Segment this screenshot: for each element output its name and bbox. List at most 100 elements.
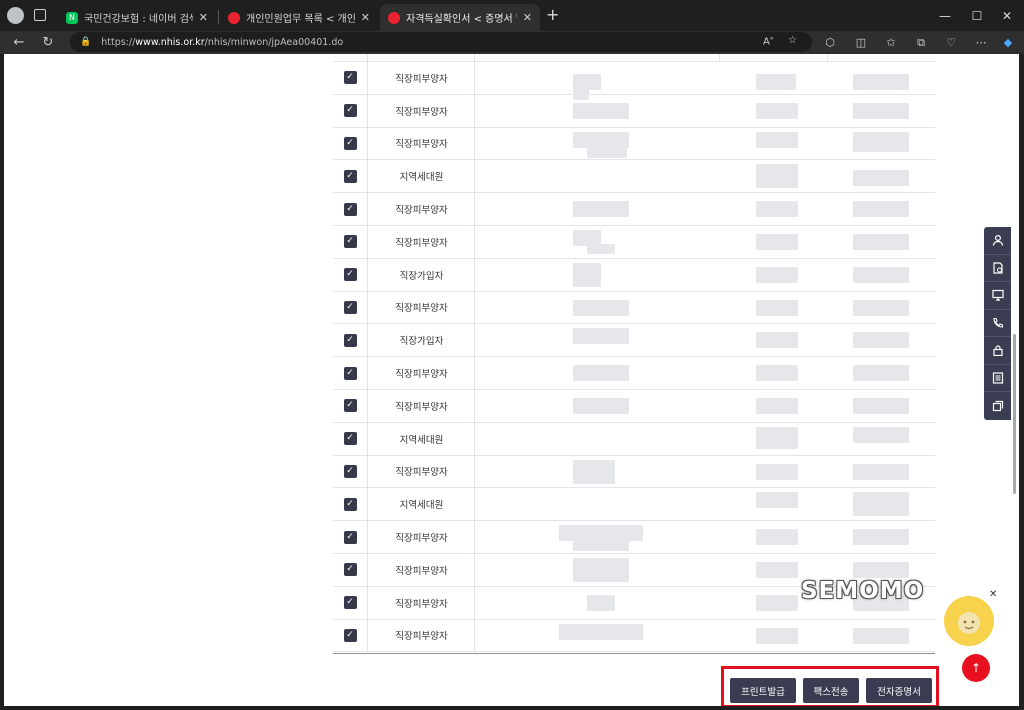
- close-tab-icon[interactable]: ✕: [199, 11, 208, 24]
- redacted-cell: [853, 266, 909, 283]
- qualification-type-cell: 직장피부양자: [369, 619, 475, 652]
- minimize-icon[interactable]: —: [928, 0, 962, 31]
- table-row: ✓ 지역세대원: [333, 488, 935, 522]
- document-icon[interactable]: [984, 255, 1011, 282]
- row-checkbox[interactable]: ✓: [343, 563, 357, 577]
- profile-avatar[interactable]: [7, 7, 24, 24]
- page-scrollbar[interactable]: [1013, 334, 1016, 494]
- tab-certificate-active[interactable]: 자격득실확인서 < 증명서 발급/확 ✕: [380, 4, 540, 31]
- back-icon[interactable]: ←: [8, 33, 30, 52]
- redacted-cell: [756, 561, 798, 578]
- redacted-cell: [756, 131, 798, 148]
- redacted-cell: [756, 463, 798, 480]
- row-checkbox[interactable]: ✓: [343, 530, 357, 544]
- redacted-cell: [587, 243, 615, 254]
- redacted-cell: [573, 459, 615, 484]
- tab-actions-icon[interactable]: [34, 9, 46, 21]
- table-row: ✓ 지역세대원: [333, 422, 935, 456]
- redacted-cell: [853, 561, 909, 578]
- qualification-table: ✓ 직장피부양자 ✓ 직장피부양자 ✓ 직장피부양자 ✓ 지역세대원 ✓ 직장피부양자 ✓ 직장피부양…: [333, 54, 935, 653]
- tab-minwon-list[interactable]: 개인민원업무 목록 < 개인민원 < ✕: [220, 4, 378, 31]
- scroll-to-top-button[interactable]: ↑: [962, 654, 990, 682]
- row-checkbox[interactable]: ✓: [343, 497, 357, 511]
- quick-menu: [984, 227, 1011, 420]
- redacted-cell: [756, 74, 796, 90]
- chatbot-avatar[interactable]: [944, 596, 994, 646]
- more-icon[interactable]: ⋯: [972, 34, 990, 51]
- row-checkbox[interactable]: ✓: [343, 333, 357, 347]
- redacted-cell: [756, 365, 798, 382]
- qualification-type-cell: 직장피부양자: [369, 193, 475, 225]
- lock-icon[interactable]: [984, 337, 1011, 365]
- phone-icon[interactable]: [984, 310, 1011, 337]
- new-tab-icon[interactable]: +: [546, 5, 559, 24]
- redacted-cell: [587, 147, 627, 158]
- favorite-star-icon[interactable]: ☆: [788, 35, 797, 46]
- row-checkbox[interactable]: ✓: [343, 268, 357, 282]
- close-tab-icon[interactable]: ✕: [523, 11, 532, 24]
- row-checkbox[interactable]: ✓: [343, 202, 357, 216]
- copilot-icon[interactable]: ◆: [999, 34, 1017, 51]
- row-checkbox[interactable]: ✓: [343, 399, 357, 413]
- row-checkbox[interactable]: ✓: [343, 104, 357, 118]
- checkbox-cell: ✓: [333, 94, 368, 127]
- close-tab-icon[interactable]: ✕: [361, 11, 370, 24]
- row-checkbox[interactable]: ✓: [343, 464, 357, 478]
- table-row: ✓ 직장피부양자: [333, 357, 935, 390]
- row-checkbox[interactable]: ✓: [343, 169, 357, 183]
- row-checkbox[interactable]: ✓: [343, 235, 357, 249]
- redacted-cell: [756, 492, 798, 509]
- row-checkbox[interactable]: ✓: [343, 432, 357, 446]
- redacted-cell: [573, 102, 629, 119]
- monitor-icon[interactable]: [984, 282, 1011, 310]
- collections-icon[interactable]: ⧉: [912, 34, 930, 51]
- row-checkbox[interactable]: ✓: [343, 300, 357, 314]
- extensions-icon[interactable]: ⬡: [821, 34, 839, 51]
- print-issue-button[interactable]: 프린트발급: [730, 678, 796, 703]
- copy-icon[interactable]: [984, 392, 1011, 420]
- redacted-cell: [756, 164, 798, 189]
- table-bottom-border: [333, 653, 935, 655]
- list-icon[interactable]: [984, 365, 1011, 392]
- redacted-cell: [853, 233, 909, 250]
- redacted-cell: [853, 299, 909, 316]
- table-row: ✓ 직장피부양자: [333, 193, 935, 226]
- row-checkbox[interactable]: ✓: [343, 71, 357, 85]
- qualification-type-cell: 직장피부양자: [369, 455, 475, 488]
- digital-certificate-button[interactable]: 전자증명서: [866, 678, 932, 703]
- redacted-cell: [756, 332, 798, 349]
- split-screen-icon[interactable]: ◫: [852, 34, 870, 51]
- qualification-type-cell: 직장피부양자: [369, 389, 475, 422]
- row-checkbox[interactable]: ✓: [343, 628, 357, 642]
- table-row: ✓ 직장피부양자: [333, 389, 935, 423]
- checkbox-cell: ✓: [333, 389, 368, 422]
- redacted-cell: [587, 594, 615, 611]
- redacted-cell: [573, 557, 629, 582]
- table-row: ✓ 직장피부양자: [333, 94, 935, 128]
- qualification-type-cell: 지역세대원: [369, 160, 475, 193]
- table-row: ✓ 직장피부양자: [333, 225, 935, 259]
- redacted-cell: [573, 74, 601, 90]
- maximize-icon[interactable]: ☐: [960, 0, 994, 31]
- redacted-cell: [573, 365, 629, 382]
- row-checkbox[interactable]: ✓: [343, 596, 357, 610]
- qualification-type-cell: 직장피부양자: [369, 127, 475, 160]
- qualification-type-cell: 직장피부양자: [369, 62, 475, 94]
- person-icon[interactable]: [984, 227, 1011, 255]
- checkbox-cell: ✓: [333, 455, 368, 488]
- tab-naver[interactable]: N 국민건강보험 : 네이버 검색 ✕: [58, 4, 216, 31]
- read-aloud-icon[interactable]: A»: [763, 35, 774, 47]
- favorites-icon[interactable]: ✩: [882, 34, 900, 51]
- table-row: ✓ 직장피부양자: [333, 455, 935, 489]
- close-window-icon[interactable]: ✕: [990, 0, 1024, 31]
- row-checkbox[interactable]: ✓: [343, 136, 357, 150]
- redacted-cell: [756, 201, 798, 218]
- fax-send-button[interactable]: 팩스전송: [803, 678, 859, 703]
- redacted-cell: [573, 131, 629, 148]
- qualification-type-cell: 직장피부양자: [369, 291, 475, 324]
- row-checkbox[interactable]: ✓: [343, 366, 357, 380]
- qualification-type-cell: 직장피부양자: [369, 586, 475, 619]
- refresh-icon[interactable]: ↻: [37, 33, 59, 52]
- url-field[interactable]: 🔒 https://www.nhis.or.kr/nhis/minwon/jpA…: [70, 32, 812, 52]
- heart-icon[interactable]: ♡: [942, 34, 960, 51]
